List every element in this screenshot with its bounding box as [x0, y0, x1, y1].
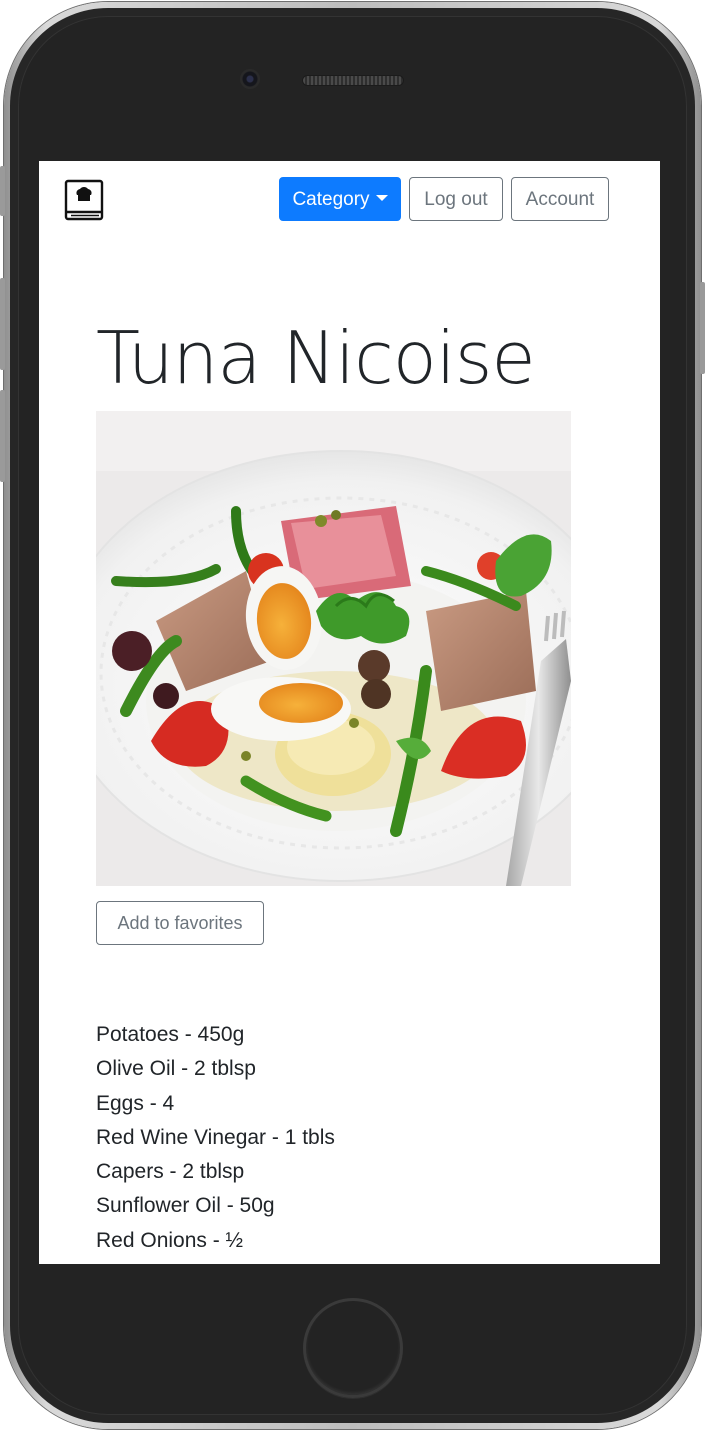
- navbar: Category Log out Account: [39, 161, 660, 241]
- volume-up-button: [0, 278, 5, 370]
- power-button: [700, 282, 705, 374]
- ingredients-list: Potatoes - 450g Olive Oil - 2 tblsp Eggs…: [96, 1018, 335, 1258]
- category-label: Category: [292, 189, 370, 210]
- app-screen: Category Log out Account Tuna Nicoise Ad…: [39, 161, 660, 1264]
- tuna-nicoise-salad-photo: [96, 411, 571, 886]
- chef-recipe-book-icon[interactable]: [63, 179, 105, 221]
- logout-button[interactable]: Log out: [409, 177, 503, 221]
- earpiece-speaker: [302, 75, 404, 86]
- ingredient-item: Red Onions - ½: [96, 1228, 244, 1252]
- home-button[interactable]: [303, 1298, 403, 1398]
- account-button[interactable]: Account: [511, 177, 609, 221]
- ingredient-item: Eggs - 4: [96, 1091, 175, 1115]
- add-to-favorites-button[interactable]: Add to favorites: [96, 901, 264, 945]
- caret-down-icon: [375, 194, 388, 201]
- recipe-title: Tuna Nicoise: [96, 316, 536, 400]
- category-dropdown-button[interactable]: Category: [279, 177, 401, 221]
- front-camera: [240, 69, 260, 89]
- ingredient-item: Potatoes - 450g: [96, 1023, 245, 1046]
- mute-switch: [0, 166, 5, 216]
- ingredient-item: Red Wine Vinegar - 1 tbls: [96, 1125, 335, 1149]
- volume-down-button: [0, 390, 5, 482]
- ingredient-item: Capers - 2 tblsp: [96, 1160, 245, 1184]
- ingredient-item: Sunflower Oil - 50g: [96, 1194, 275, 1218]
- recipe-photo: [96, 411, 571, 886]
- ingredient-item: Olive Oil - 2 tblsp: [96, 1057, 256, 1081]
